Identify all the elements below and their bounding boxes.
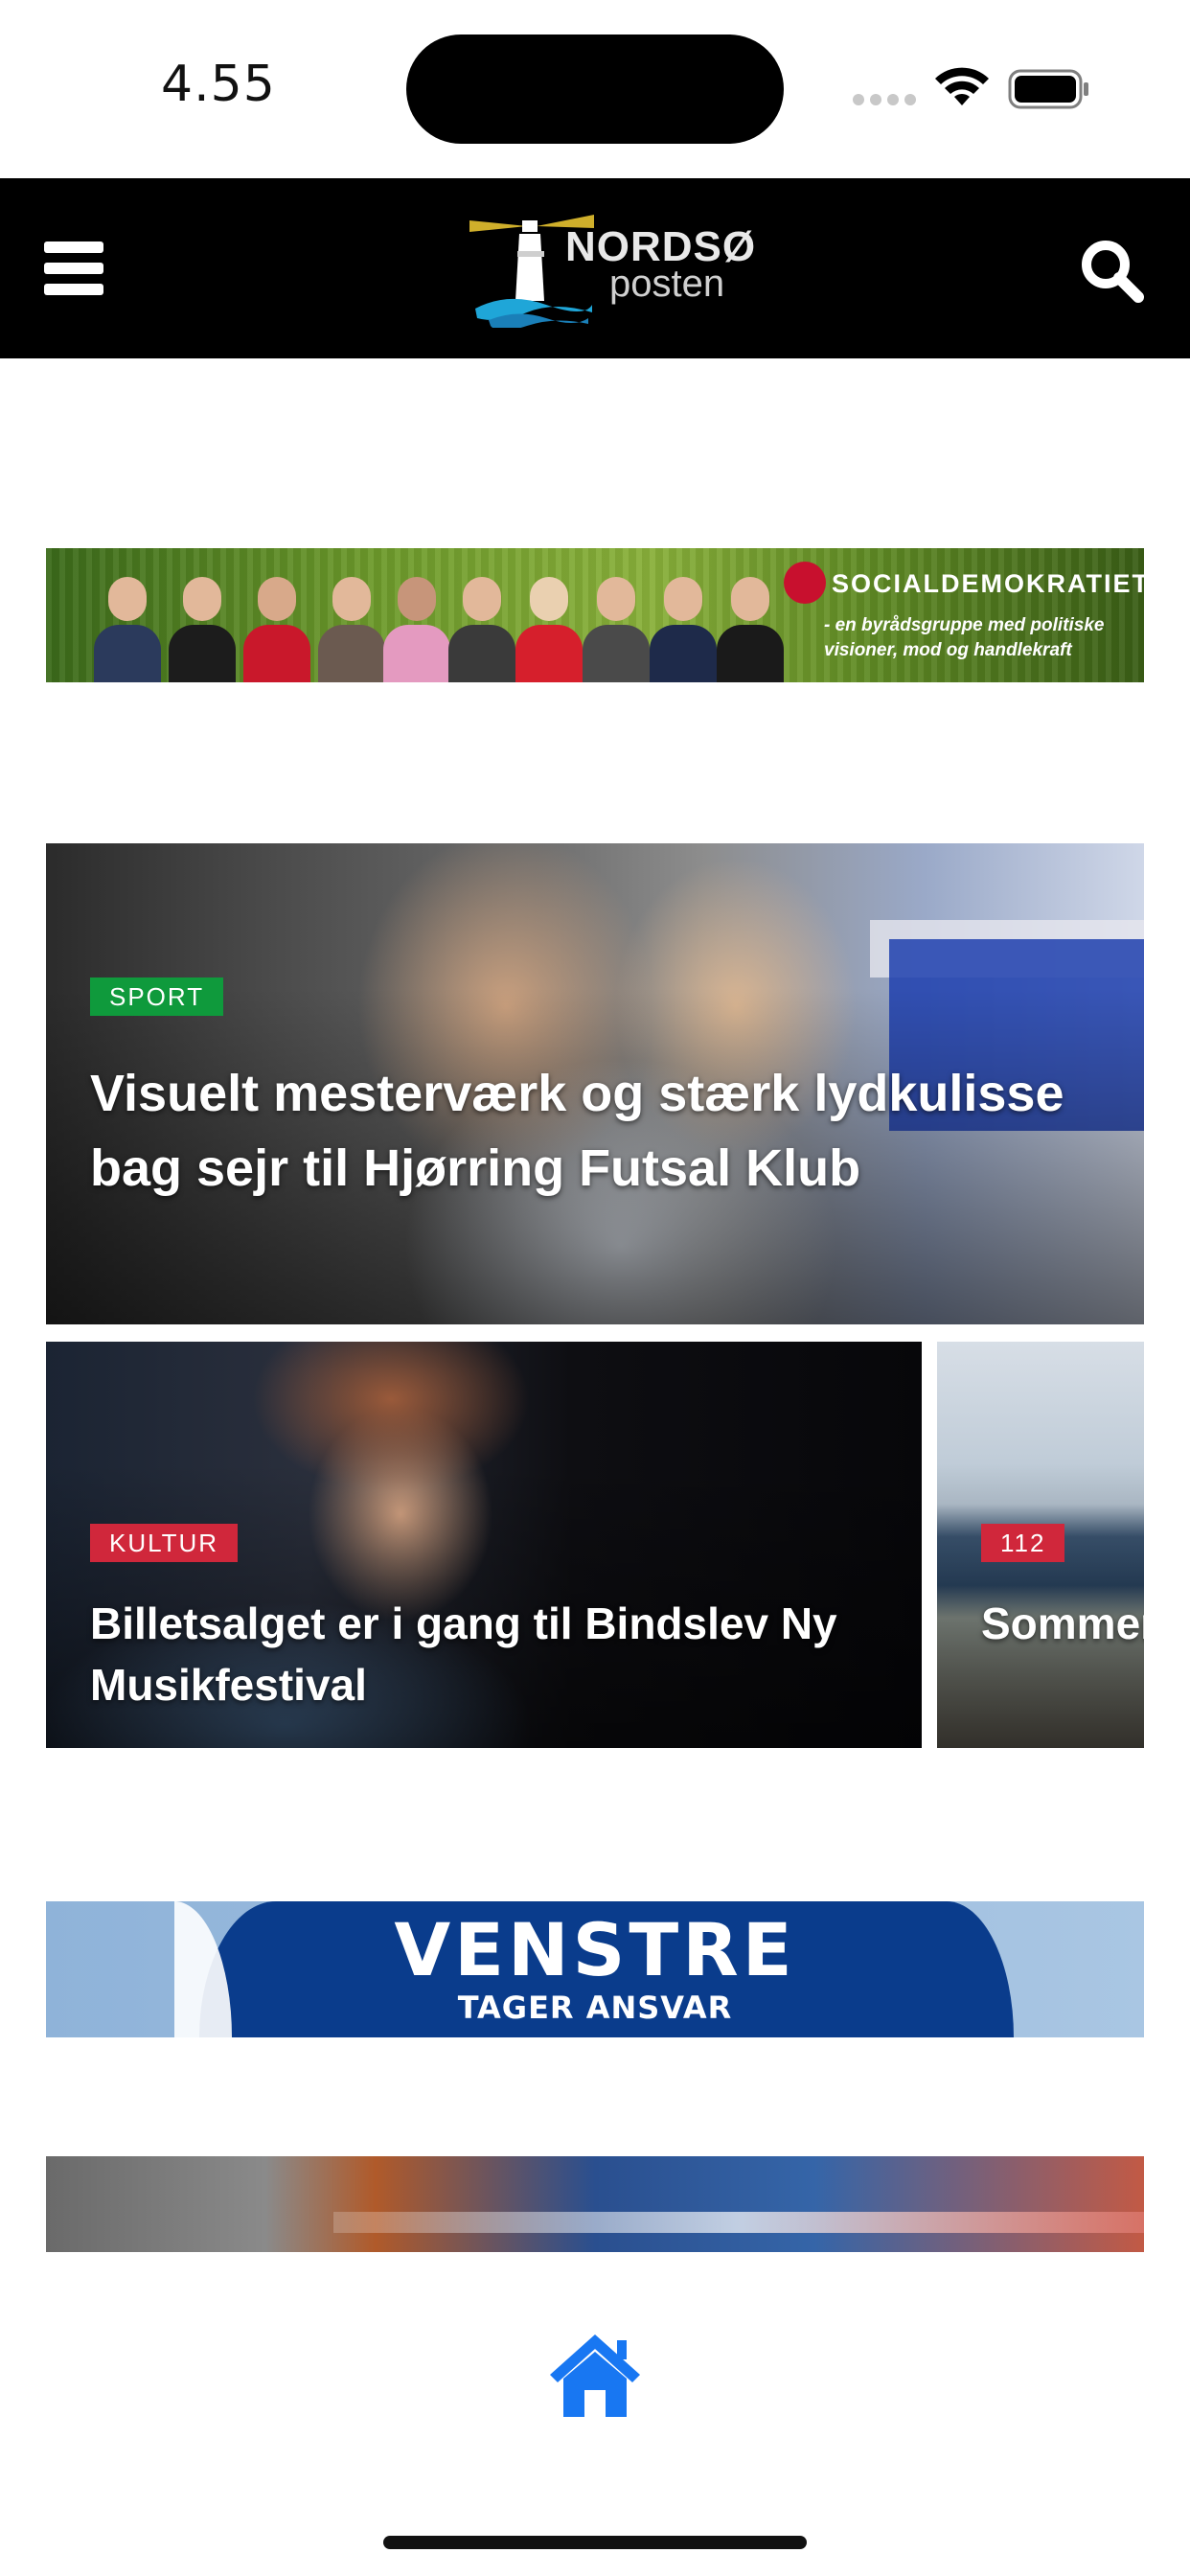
photo-detail <box>333 2212 1144 2233</box>
rose-logo-icon <box>784 562 826 604</box>
venstre-ad-banner[interactable]: VENSTRE TAGER ANSVAR <box>46 1901 1144 2037</box>
battery-icon <box>1008 69 1088 109</box>
article-card-partial[interactable] <box>46 2156 1144 2252</box>
ad-tagline: - en byrådsgruppe med politiske visioner… <box>824 615 1105 660</box>
status-bar: 4.55 <box>0 0 1190 178</box>
status-time: 4.55 <box>161 56 276 113</box>
article-card[interactable]: KULTUR Billetsalget er i gang til Bindsl… <box>46 1342 922 1748</box>
person-photo <box>243 577 310 682</box>
article-headline[interactable]: Sommer kommun <box>981 1593 1144 1654</box>
wifi-icon <box>935 67 989 105</box>
ad-subtitle: TAGER ANSVAR <box>457 1990 733 2026</box>
bottom-tab-bar <box>0 2252 1190 2576</box>
home-indicator[interactable] <box>383 2536 807 2549</box>
category-badge[interactable]: 112 <box>981 1524 1065 1562</box>
nordsoe-posten-logo[interactable]: NORDSØ posten <box>469 213 755 328</box>
person-photo <box>94 577 161 682</box>
ad-title: VENSTRE <box>394 1907 796 1992</box>
featured-article-card[interactable]: SPORT Visuelt mesterværk og stærk lydkul… <box>46 843 1144 1324</box>
article-headline[interactable]: Billetsalget er i gang til Bindslev Ny M… <box>90 1593 895 1715</box>
person-photo <box>383 577 450 682</box>
article-card[interactable]: 112 Sommer kommun <box>937 1342 1144 1748</box>
person-photo <box>515 577 583 682</box>
home-icon[interactable] <box>544 2329 646 2421</box>
person-photo <box>448 577 515 682</box>
cellular-signal-icon <box>853 94 916 105</box>
person-photo <box>583 577 650 682</box>
dynamic-island <box>406 34 784 144</box>
person-photo <box>717 577 784 682</box>
logo-subtitle: posten <box>609 263 725 305</box>
category-badge[interactable]: SPORT <box>90 978 224 1016</box>
app-header: NORDSØ posten <box>0 178 1190 358</box>
person-photo <box>169 577 236 682</box>
socialdemokratiet-ad-banner[interactable]: SOCIALDEMOKRATIET - en byrådsgruppe med … <box>46 548 1144 682</box>
person-photo <box>318 577 385 682</box>
category-badge[interactable]: KULTUR <box>90 1524 239 1562</box>
article-headline[interactable]: Visuelt mesterværk og stærk lydkulisse b… <box>90 1056 1087 1206</box>
ad-title: SOCIALDEMOKRATIET <box>832 569 1144 598</box>
search-icon[interactable] <box>1079 238 1146 305</box>
person-photo <box>650 577 717 682</box>
hamburger-menu-icon[interactable] <box>44 242 103 297</box>
